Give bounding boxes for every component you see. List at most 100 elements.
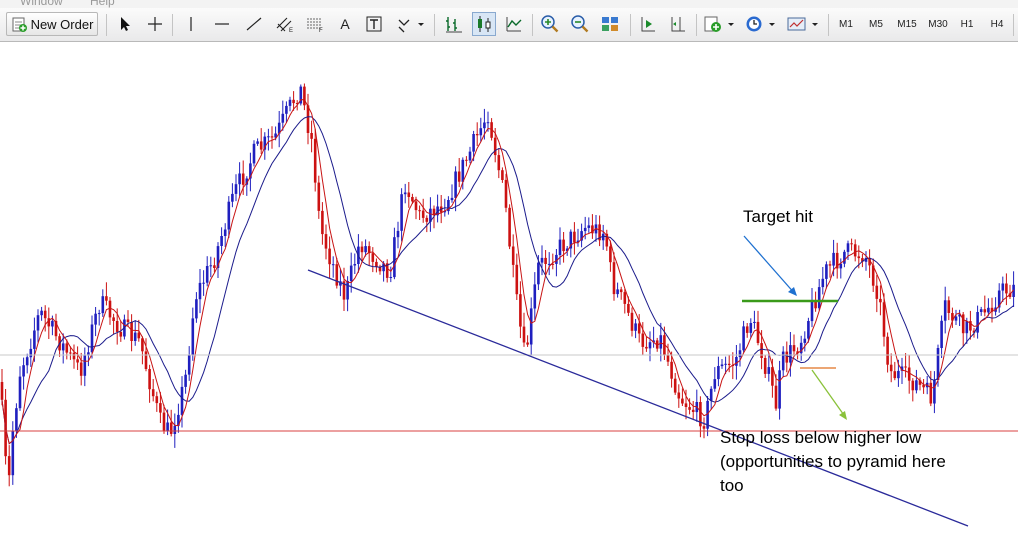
candle-body (472, 134, 475, 152)
candle-body (90, 324, 94, 353)
candle-body (673, 378, 677, 393)
trendline-button[interactable] (242, 12, 266, 36)
candle-body (583, 227, 587, 232)
candle-body (691, 409, 695, 412)
candle-body (749, 323, 753, 333)
candle-body (360, 246, 364, 253)
zoom-in-button[interactable] (538, 12, 562, 36)
fibonacci-tool-button[interactable]: F (302, 12, 328, 36)
candle-body (558, 239, 562, 255)
candle-body (202, 282, 205, 284)
candle-body (767, 367, 771, 374)
cursor-icon (121, 17, 130, 31)
zoom-out-button[interactable] (568, 12, 592, 36)
candle-body (223, 229, 227, 236)
tile-windows-button[interactable] (598, 12, 622, 36)
timeframe-m15[interactable]: M15 (893, 12, 921, 36)
periods-dropdown[interactable] (744, 12, 780, 36)
candle-body (688, 407, 691, 410)
candle-body (195, 299, 198, 319)
candle-body (256, 141, 259, 144)
candle-body (321, 210, 324, 235)
candle-body (18, 376, 22, 409)
candle-body (915, 380, 918, 391)
candle-body (821, 278, 825, 288)
candle-body (461, 159, 465, 182)
candle-body (832, 252, 835, 266)
crosshair-tool-button[interactable] (144, 12, 166, 36)
crosshair-icon (148, 17, 162, 31)
bar-chart-button[interactable] (442, 12, 466, 36)
candle-body (375, 261, 378, 267)
descending-trendline[interactable] (307, 269, 969, 527)
candle-body (774, 385, 778, 409)
timeframe-h1[interactable]: H1 (955, 12, 979, 36)
candle-body (407, 192, 411, 197)
candle-body (335, 264, 339, 286)
cursor-tool-button[interactable] (114, 12, 136, 36)
menu-help[interactable]: Help (90, 0, 115, 8)
indicators-dropdown[interactable] (702, 12, 738, 36)
templates-dropdown[interactable] (786, 12, 822, 36)
text-tool-button[interactable]: A (334, 12, 356, 36)
candle-body (879, 298, 882, 303)
candle-body (1005, 283, 1008, 294)
stop-loss-label-line2: (opportunities to pyramid here (720, 452, 946, 471)
candle-body (475, 134, 479, 136)
arrows-tool-dropdown[interactable] (394, 12, 428, 36)
candle-body (209, 265, 213, 267)
candle-body (544, 257, 547, 264)
candle-body (241, 173, 245, 185)
candle-body (191, 318, 195, 355)
candle-body (547, 263, 551, 265)
candle-body (810, 300, 814, 322)
candle-body (396, 230, 400, 238)
candle-body (155, 396, 159, 404)
candle-body (119, 332, 123, 337)
candle-body (940, 320, 943, 348)
candle-body (807, 321, 810, 339)
candle-body (267, 136, 270, 138)
candle-body (252, 143, 256, 164)
candle-body (817, 287, 821, 309)
candle-body (511, 246, 515, 265)
candle-body (529, 308, 533, 345)
candle-body (486, 122, 490, 124)
candlestick-icon (478, 16, 491, 32)
candle-body (519, 294, 522, 327)
new-order-button[interactable]: New Order (6, 12, 98, 36)
channel-tool-button[interactable]: E (272, 12, 298, 36)
chart-shift-button[interactable] (666, 12, 690, 36)
candle-body (616, 289, 619, 295)
candle-body (306, 105, 310, 133)
candle-body (198, 282, 202, 300)
candle-body (389, 277, 393, 278)
text-label-tool-button[interactable] (362, 12, 386, 36)
candle-body (587, 225, 591, 228)
autoscroll-button[interactable] (636, 12, 660, 36)
candle-body (522, 326, 526, 343)
candle-body (43, 310, 47, 319)
candle-body (987, 307, 990, 313)
line-chart-button[interactable] (502, 12, 526, 36)
timeframe-m1[interactable]: M1 (834, 12, 858, 36)
candle-body (637, 323, 641, 334)
candlestick-chart-button[interactable] (472, 12, 496, 36)
horizontal-line-button[interactable] (210, 12, 234, 36)
timeframe-m5[interactable]: M5 (864, 12, 888, 36)
candle-body (61, 343, 65, 351)
candle-body (846, 243, 850, 252)
timeframe-m30[interactable]: M30 (924, 12, 952, 36)
candle-body (65, 343, 69, 353)
vertical-line-button[interactable] (180, 12, 202, 36)
candle-body (234, 184, 238, 194)
candle-body (911, 380, 915, 391)
candle-body (843, 251, 846, 264)
price-chart[interactable]: Target hit Stop loss below higher low (o… (0, 42, 1018, 530)
text-tool-label: A (340, 16, 350, 32)
candle-body (15, 408, 18, 432)
timeframe-h4[interactable]: H4 (985, 12, 1009, 36)
menu-window[interactable]: Window (20, 0, 63, 8)
candle-body (94, 313, 97, 325)
candle-body (738, 350, 742, 357)
